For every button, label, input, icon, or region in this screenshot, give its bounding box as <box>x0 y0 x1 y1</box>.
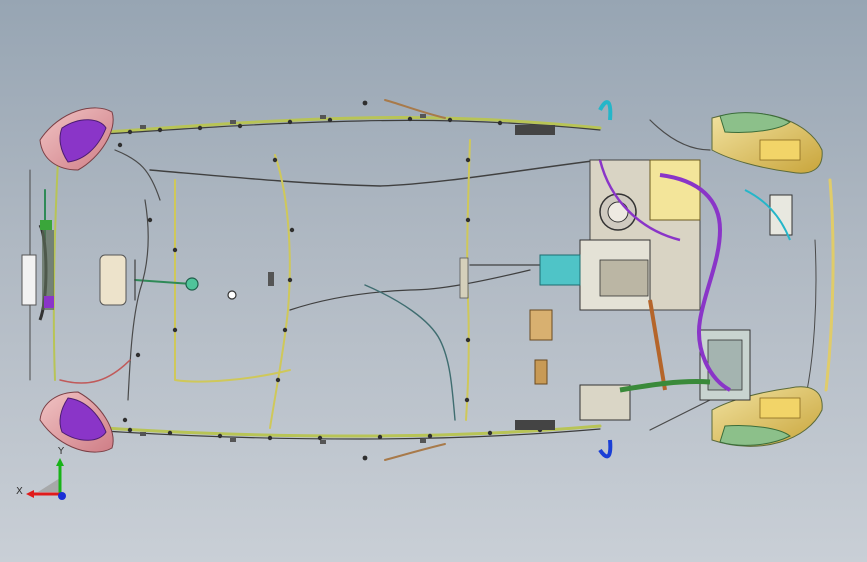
left-fuse-area[interactable] <box>21 220 127 321</box>
connectors[interactable] <box>117 100 543 461</box>
triad-plane <box>38 478 60 492</box>
y-axis-arrowhead <box>56 458 64 466</box>
x-axis-label: X <box>16 486 23 497</box>
cad-viewport[interactable]: X Y <box>0 0 867 562</box>
x-axis-arrowhead <box>26 490 34 498</box>
body-harness[interactable] <box>29 99 835 461</box>
wiring-harness-model[interactable] <box>0 0 867 562</box>
rear-left-lamp-bottom[interactable] <box>39 391 114 453</box>
rear-left-lamp-top[interactable] <box>39 107 114 171</box>
harness-clips <box>140 114 426 444</box>
z-axis-dot <box>58 492 66 500</box>
front-right-lamp-top[interactable] <box>711 112 823 174</box>
y-axis-label: Y <box>58 446 65 457</box>
axis-triad <box>14 456 74 512</box>
